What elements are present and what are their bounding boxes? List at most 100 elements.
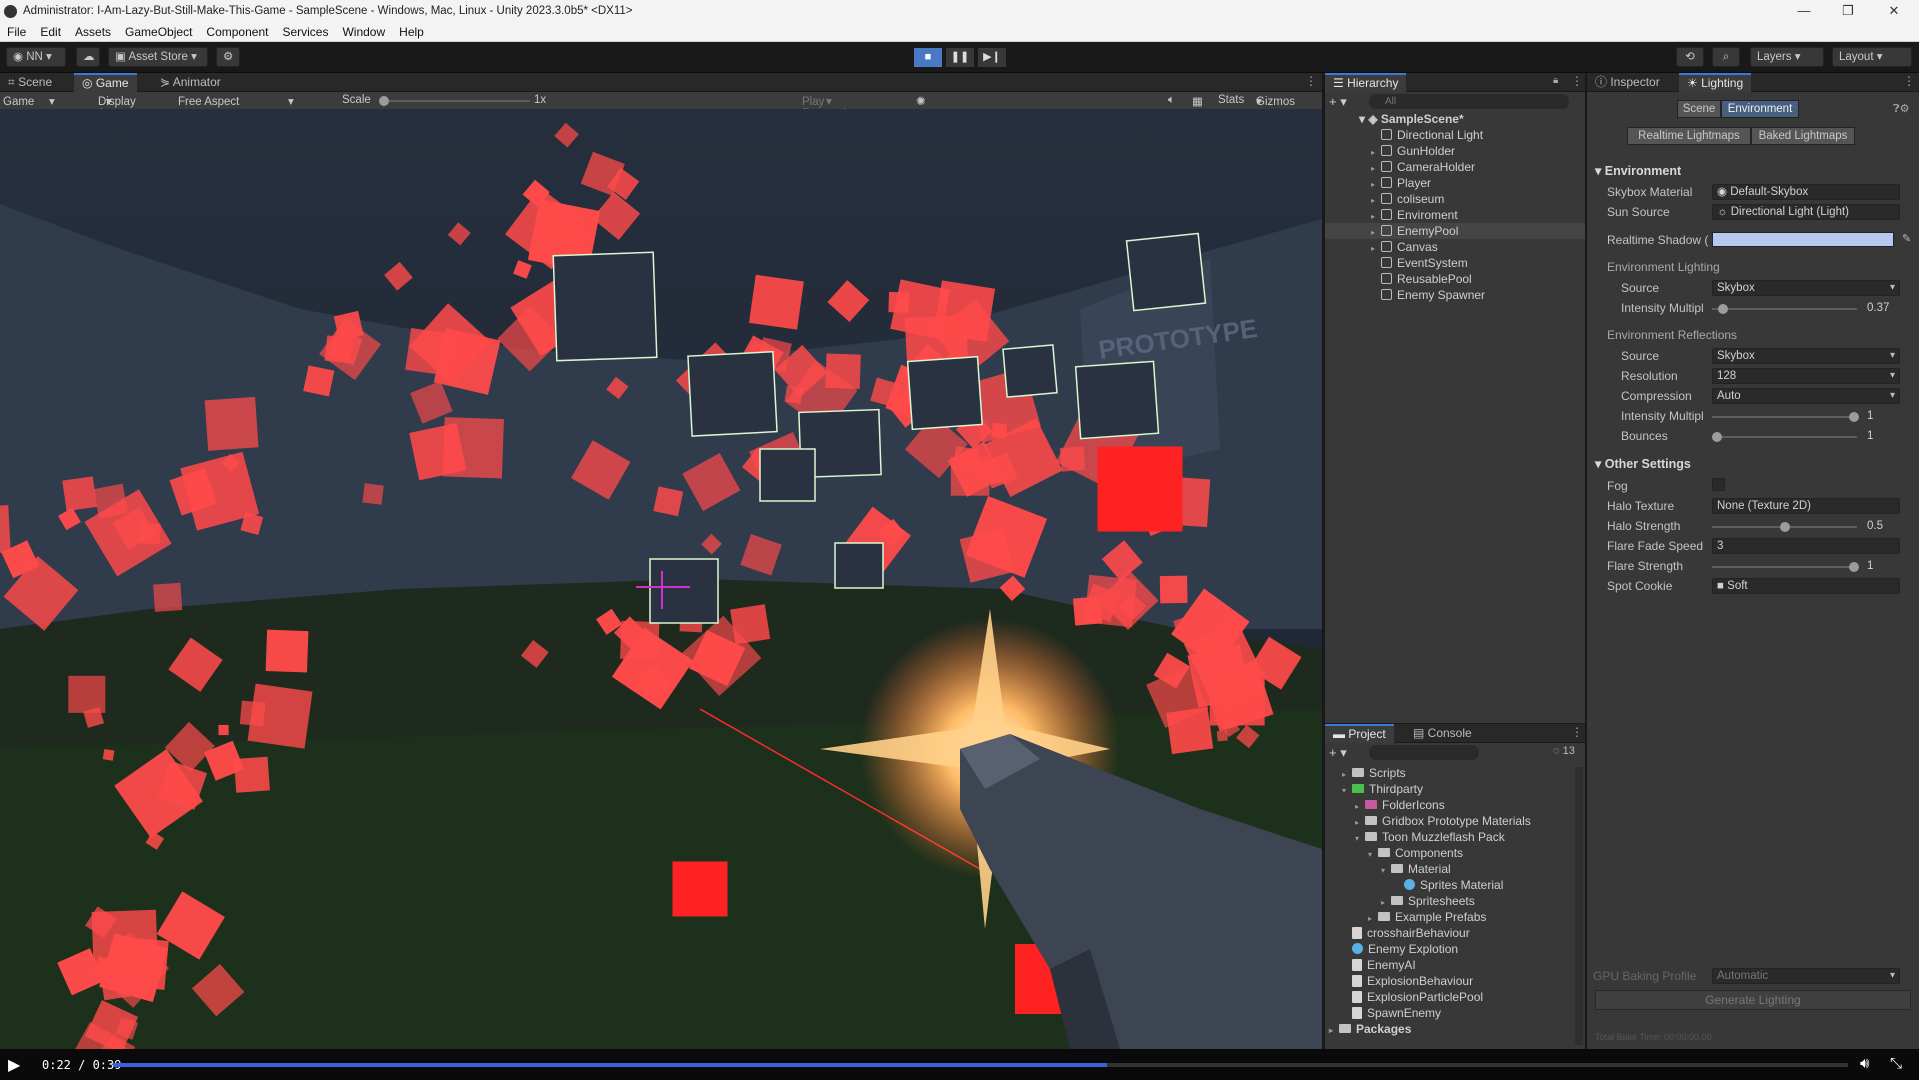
search-icon[interactable]: ⌕ (1712, 47, 1740, 67)
other-settings-section-header[interactable]: ▾ Other Settings (1595, 456, 1691, 471)
baked-lightmaps-tab[interactable]: Baked Lightmaps (1751, 127, 1855, 145)
layout-dropdown[interactable]: Layout ▾ (1832, 47, 1912, 67)
project-item[interactable]: ▸ Example Prefabs (1368, 909, 1486, 925)
project-item[interactable]: ▾ Components (1368, 845, 1463, 861)
project-item[interactable]: ExplosionBehaviour (1342, 973, 1473, 989)
skybox-material-field[interactable]: ◉ Default-Skybox (1712, 184, 1900, 200)
step-button[interactable]: ▶❙ (978, 48, 1006, 67)
project-scrollbar[interactable] (1575, 767, 1583, 1045)
project-item[interactable]: Enemy Explotion (1342, 941, 1458, 957)
tab-animator[interactable]: ⋟ Animator (152, 73, 229, 92)
reflection-intensity-value[interactable]: 1 (1867, 408, 1901, 424)
hierarchy-scene-row[interactable]: ▾ ◈ SampleScene* (1325, 111, 1585, 127)
project-item[interactable]: EnemyAI (1342, 957, 1416, 973)
environment-section-header[interactable]: ▾ Environment (1595, 163, 1681, 178)
hierarchy-item[interactable]: ▸ EnemyPool (1325, 223, 1585, 239)
pause-button[interactable]: ❚❚ (946, 48, 974, 67)
menu-edit[interactable]: Edit (33, 25, 68, 39)
menu-component[interactable]: Component (199, 25, 275, 39)
sun-source-field[interactable]: ☼ Directional Light (Light) (1712, 204, 1900, 220)
inspector-menu-icon[interactable]: ⋮ (1903, 74, 1915, 88)
lighting-intensity-value[interactable]: 0.37 (1867, 300, 1901, 316)
mute-icon[interactable]: 🔈︎ (1168, 94, 1175, 107)
grid-icon[interactable]: ▦ (1192, 94, 1203, 108)
hierarchy-item[interactable]: ▸ Enviroment (1325, 207, 1585, 223)
realtime-shadow-color-field[interactable] (1712, 232, 1894, 247)
halo-strength-slider[interactable] (1712, 522, 1857, 532)
menu-assets[interactable]: Assets (68, 25, 118, 39)
add-object-button[interactable]: + ▾ (1329, 94, 1347, 110)
history-icon[interactable]: ⟲ (1676, 47, 1704, 67)
menu-gameobject[interactable]: GameObject (118, 25, 199, 39)
tab-game[interactable]: ◎ Game (74, 73, 137, 92)
bounces-knob[interactable] (1712, 432, 1722, 442)
tab-console[interactable]: ▤ Console (1405, 724, 1480, 743)
game-mode-dropdown[interactable]: Game ▾ (3, 94, 55, 108)
project-search-input[interactable] (1369, 745, 1479, 760)
maximize-icon[interactable]: ❐ (1832, 2, 1864, 20)
halo-strength-knob[interactable] (1780, 522, 1790, 532)
reflection-source-dropdown[interactable]: Skybox (1712, 348, 1900, 364)
hierarchy-item[interactable]: ▸ coliseum (1325, 191, 1585, 207)
halo-texture-field[interactable]: None (Texture 2D) (1712, 498, 1900, 514)
hierarchy-item[interactable]: ▸ Canvas (1325, 239, 1585, 255)
tab-hierarchy[interactable]: ☰ Hierarchy (1325, 73, 1407, 92)
scale-slider[interactable] (380, 100, 530, 102)
halo-strength-value[interactable]: 0.5 (1867, 518, 1901, 534)
hierarchy-item[interactable]: Enemy Spawner (1325, 287, 1585, 303)
create-asset-button[interactable]: + ▾ (1329, 745, 1347, 761)
lighting-intensity-knob[interactable] (1718, 304, 1728, 314)
hierarchy-item[interactable]: EventSystem (1325, 255, 1585, 271)
expand-arrow-icon[interactable]: ▾ (1355, 831, 1365, 847)
expand-arrow-icon[interactable]: ▾ (1342, 783, 1352, 799)
scale-slider-knob[interactable] (379, 96, 389, 106)
hierarchy-item[interactable]: ▸ Player (1325, 175, 1585, 191)
expand-arrow-icon[interactable]: ▾ (1368, 847, 1378, 863)
reflection-intensity-knob[interactable] (1849, 412, 1859, 422)
settings-icon[interactable]: ⚙ (216, 47, 240, 67)
asset-store-button[interactable]: ▣ Asset Store ▾ (108, 47, 208, 67)
eyedropper-icon[interactable]: ✎ (1902, 232, 1911, 245)
flare-strength-knob[interactable] (1849, 562, 1859, 572)
aspect-dropdown[interactable]: Free Aspect ▾ (178, 94, 294, 108)
expand-arrow-icon[interactable]: ▸ (1329, 1023, 1339, 1039)
mode-tab-environment[interactable]: Environment (1721, 100, 1799, 118)
layers-dropdown[interactable]: Layers ▾ (1750, 47, 1824, 67)
realtime-lightmaps-tab[interactable]: Realtime Lightmaps (1627, 127, 1751, 145)
tab-inspector[interactable]: ⓘ Inspector (1587, 73, 1668, 92)
menu-help[interactable]: Help (392, 25, 431, 39)
lighting-source-dropdown[interactable]: Skybox (1712, 280, 1900, 296)
more-options-icon[interactable]: ⋮ (1305, 74, 1317, 88)
hierarchy-item[interactable]: ReusablePool (1325, 271, 1585, 287)
project-item[interactable]: ▾ Material (1381, 861, 1451, 877)
video-progress-track[interactable] (113, 1063, 1848, 1067)
display-dropdown[interactable]: Display 1 ▾ (98, 94, 136, 120)
tab-project[interactable]: ▬ Project (1325, 724, 1394, 743)
hierarchy-item[interactable]: ▸ CameraHolder (1325, 159, 1585, 175)
fullscreen-exit-icon[interactable]: ⤡ (1890, 1055, 1902, 1072)
gizmos-dropdown[interactable]: Gizmos ▾ (1256, 94, 1295, 108)
fog-checkbox[interactable] (1712, 478, 1725, 491)
mode-tab-scene[interactable]: Scene (1677, 100, 1721, 118)
flare-strength-value[interactable]: 1 (1867, 558, 1901, 574)
menu-file[interactable]: File (0, 25, 33, 39)
play-icon[interactable]: ▶ (8, 1055, 20, 1075)
project-item[interactable]: Sprites Material (1394, 877, 1503, 893)
hierarchy-menu-icon[interactable]: ⋮ (1571, 74, 1583, 88)
project-item[interactable]: SpawnEnemy (1342, 1005, 1441, 1021)
play-button[interactable]: ■ (914, 48, 942, 67)
project-item[interactable]: ▸ Gridbox Prototype Materials (1355, 813, 1531, 829)
bug-icon[interactable]: ✺ (916, 94, 926, 108)
game-viewport[interactable]: PROTOTYPE (0, 109, 1322, 1049)
spot-cookie-field[interactable]: ■ Soft (1712, 578, 1900, 594)
gpu-profile-dropdown[interactable]: Automatic (1712, 968, 1900, 984)
tab-lighting[interactable]: ☀ Lighting (1679, 73, 1752, 92)
project-item[interactable]: ▸ Scripts (1342, 765, 1406, 781)
project-item[interactable]: ▾ Thirdparty (1342, 781, 1423, 797)
hierarchy-item[interactable]: ▸ GunHolder (1325, 143, 1585, 159)
account-button[interactable]: ◉ NN ▾ (6, 47, 66, 67)
volume-icon[interactable]: 🔊︎ (1860, 1055, 1869, 1072)
flare-fade-field[interactable]: 3 (1712, 538, 1900, 554)
project-item[interactable]: ▸ Spritesheets (1381, 893, 1475, 909)
minimize-icon[interactable]: — (1788, 2, 1820, 20)
